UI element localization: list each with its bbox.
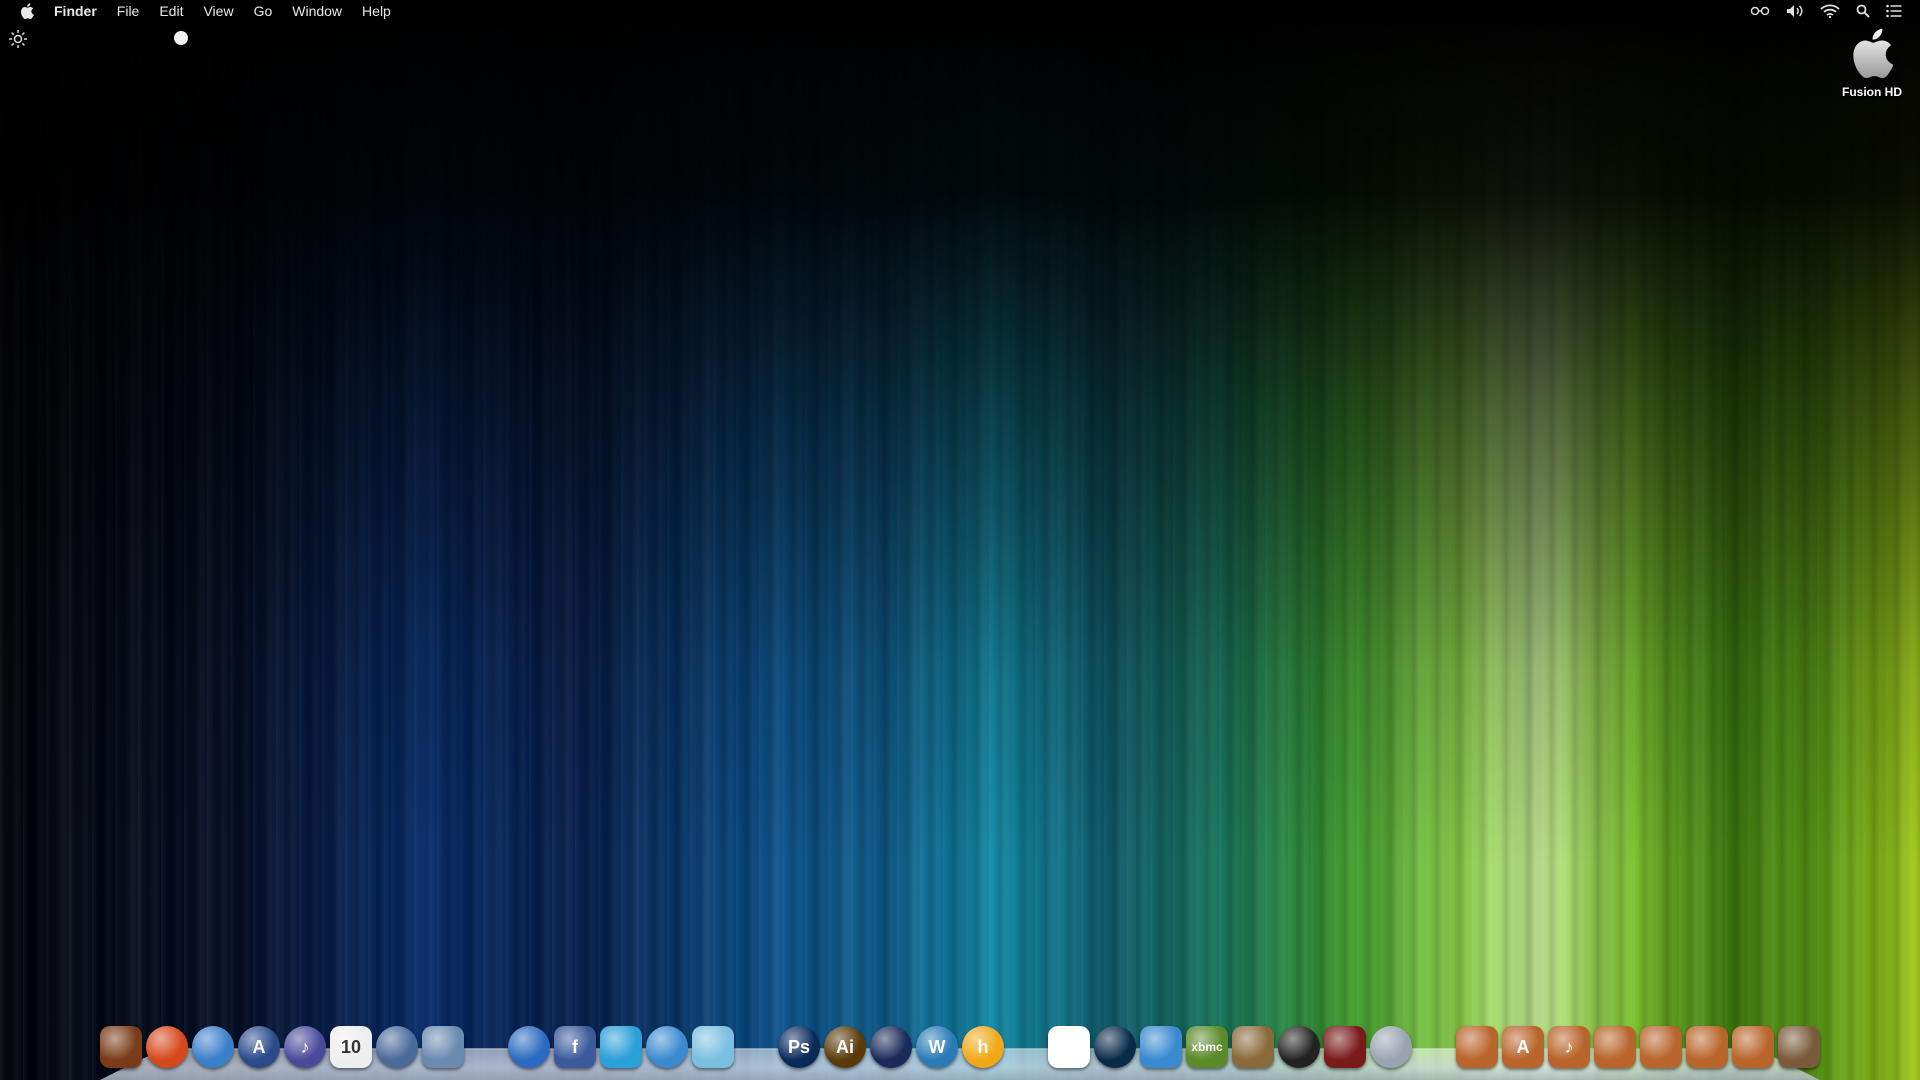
- menu-view[interactable]: View: [193, 0, 243, 22]
- trash-icon[interactable]: [1778, 1026, 1820, 1068]
- disk-utility-icon[interactable]: [1370, 1026, 1412, 1068]
- dock-icon-glyph: A: [1516, 1036, 1530, 1057]
- wifi-icon[interactable]: [1820, 4, 1840, 18]
- xbmc-icon[interactable]: xbmc: [1186, 1026, 1228, 1068]
- firefox-icon[interactable]: [146, 1026, 188, 1068]
- music-folder-icon[interactable]: ♪: [1548, 1026, 1590, 1068]
- apple-drive-icon: [1850, 28, 1894, 82]
- facebook-icon[interactable]: f: [554, 1026, 596, 1068]
- menu-finder[interactable]: Finder: [44, 0, 107, 22]
- launch-app-icon[interactable]: [100, 1026, 142, 1068]
- user-folder-icon[interactable]: [1640, 1026, 1682, 1068]
- menu-help[interactable]: Help: [352, 0, 401, 22]
- desktop: Finder File Edit View Go Window Help Fus…: [0, 0, 1920, 1080]
- app-store-icon[interactable]: A: [238, 1026, 280, 1068]
- fusion-hd-drive[interactable]: Fusion HD: [1832, 28, 1912, 99]
- dashboard-icon[interactable]: [1094, 1026, 1136, 1068]
- status-area: [1750, 4, 1920, 18]
- dock: A ♪ 10 f Ps Ai Wh xbmc A ♪: [98, 1022, 1822, 1072]
- windows-icon[interactable]: [1048, 1026, 1090, 1068]
- mail-icon[interactable]: [508, 1026, 550, 1068]
- dock-icon-glyph: h: [977, 1036, 989, 1057]
- iphoto-icon[interactable]: [1232, 1026, 1274, 1068]
- mixer-icon[interactable]: [1324, 1026, 1366, 1068]
- cinema4d-icon[interactable]: [870, 1026, 912, 1068]
- dock-icon-glyph: A: [252, 1036, 266, 1057]
- dock-icon-glyph: Ai: [836, 1036, 854, 1057]
- search-icon[interactable]: [1856, 4, 1870, 18]
- menu-window[interactable]: Window: [282, 0, 352, 22]
- dock-icon-glyph: W: [928, 1036, 946, 1057]
- illustrator-icon[interactable]: Ai: [824, 1026, 866, 1068]
- camera-lens-icon[interactable]: [1278, 1026, 1320, 1068]
- theme-icon[interactable]: h: [962, 1026, 1004, 1068]
- safari-icon[interactable]: [192, 1026, 234, 1068]
- menu-file[interactable]: File: [107, 0, 150, 22]
- brightness-icon[interactable]: [8, 29, 28, 54]
- glasses-icon[interactable]: [1750, 5, 1770, 17]
- pictures-folder-icon[interactable]: [1686, 1026, 1728, 1068]
- applications-folder-icon[interactable]: A: [1502, 1026, 1544, 1068]
- dock-group-tools: xbmc: [1046, 1026, 1414, 1068]
- downloads-folder-icon[interactable]: [1732, 1026, 1774, 1068]
- calendar-icon[interactable]: 10: [330, 1026, 372, 1068]
- wordpress-icon[interactable]: W: [916, 1026, 958, 1068]
- drive-label: Fusion HD: [1842, 85, 1902, 99]
- messages-icon[interactable]: [646, 1026, 688, 1068]
- volume-icon[interactable]: [1786, 4, 1804, 18]
- menu-edit[interactable]: Edit: [149, 0, 193, 22]
- dock-icon-glyph: 10: [340, 1036, 362, 1057]
- dock-group-folders: A ♪: [1454, 1026, 1822, 1068]
- menu-go[interactable]: Go: [244, 0, 283, 22]
- dock-icon-glyph: Ps: [787, 1036, 811, 1057]
- photoshop-icon[interactable]: Ps: [778, 1026, 820, 1068]
- status-dot-icon: [174, 31, 188, 45]
- dock-icon-glyph: xbmc: [1191, 1040, 1223, 1054]
- system-preferences-icon[interactable]: [422, 1026, 464, 1068]
- notes-icon[interactable]: [692, 1026, 734, 1068]
- dock-icon-glyph: ♪: [1564, 1036, 1574, 1057]
- list-icon[interactable]: [1886, 4, 1902, 18]
- folder-icon[interactable]: [1456, 1026, 1498, 1068]
- launchpad-icon[interactable]: [376, 1026, 418, 1068]
- twitter-icon[interactable]: [600, 1026, 642, 1068]
- movies-folder-icon[interactable]: [1594, 1026, 1636, 1068]
- dock-icon-glyph: ♪: [300, 1036, 310, 1057]
- dock-group-apps: A ♪ 10: [98, 1026, 466, 1068]
- menu-bar: Finder File Edit View Go Window Help: [0, 0, 1920, 22]
- quicktime-icon[interactable]: [1140, 1026, 1182, 1068]
- dock-group-design: Ps Ai Wh: [776, 1026, 1006, 1068]
- apple-menu-icon[interactable]: [10, 3, 44, 19]
- dock-group-social: f: [506, 1026, 736, 1068]
- dock-icon-glyph: f: [572, 1036, 578, 1057]
- itunes-icon[interactable]: ♪: [284, 1026, 326, 1068]
